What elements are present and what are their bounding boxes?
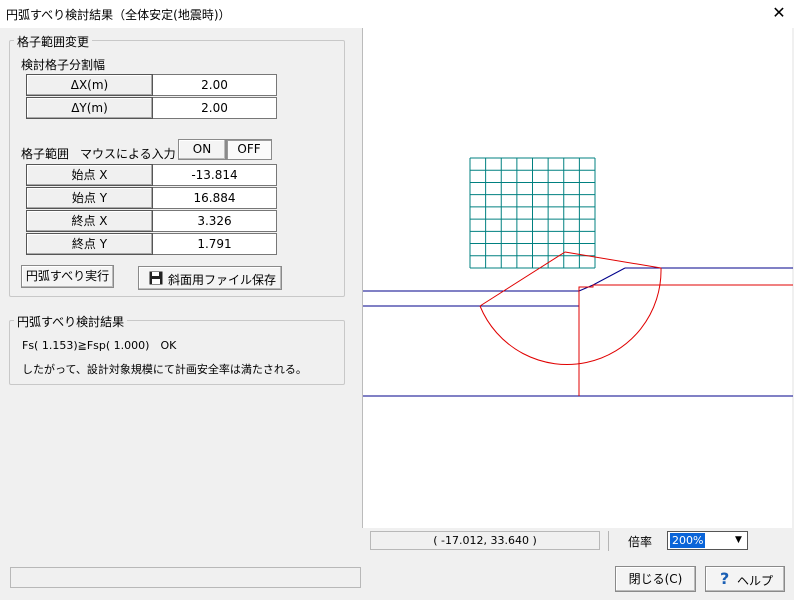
dy-row: ΔY(m) 2.00 <box>26 97 277 120</box>
mouse-input-label: マウスによる入力 <box>80 147 176 161</box>
help-button-label: ヘルプ <box>737 574 774 588</box>
close-icon[interactable]: ✕ <box>768 2 790 24</box>
end-x-field[interactable]: 3.326 <box>153 210 277 232</box>
mouse-input-off-button[interactable]: OFF <box>226 139 272 160</box>
grid-range-label: 格子範囲 <box>21 147 70 161</box>
save-slope-file-button[interactable]: 斜面用ファイル保存 <box>138 266 282 290</box>
dx-header: ΔX(m) <box>26 74 153 96</box>
division-table: ΔX(m) 2.00 ΔY(m) 2.00 <box>26 74 277 120</box>
start-y-row: 始点 Y 16.884 <box>26 187 277 210</box>
status-separator <box>608 531 609 551</box>
chevron-down-icon[interactable]: ▼ <box>731 533 746 548</box>
dy-value-field[interactable]: 2.00 <box>153 97 277 119</box>
start-x-field[interactable]: -13.814 <box>153 164 277 186</box>
dy-header: ΔY(m) <box>26 97 153 119</box>
end-y-header: 終点 Y <box>26 233 153 255</box>
start-y-field[interactable]: 16.884 <box>153 187 277 209</box>
slip-surface <box>479 251 793 396</box>
status-field <box>10 567 361 588</box>
help-button[interactable]: ? ヘルプ <box>705 566 785 592</box>
slope-drawing <box>363 157 793 397</box>
start-y-header: 始点 Y <box>26 187 153 209</box>
slip-circle-arc <box>479 267 662 365</box>
dx-row: ΔX(m) 2.00 <box>26 74 277 97</box>
start-x-row: 始点 X -13.814 <box>26 164 277 187</box>
result-conclusion-text: したがって、設計対象規模にて計画安全率は満たされる。 <box>22 363 307 376</box>
run-slip-circle-button[interactable]: 円弧すべり実行 <box>21 265 114 288</box>
ground-lines <box>363 267 793 397</box>
end-x-row: 終点 X 3.326 <box>26 210 277 233</box>
start-x-header: 始点 X <box>26 164 153 186</box>
slip-chord-left <box>479 251 566 307</box>
slope-toe-line <box>578 284 594 292</box>
mouse-input-on-button[interactable]: ON <box>178 139 226 160</box>
end-y-field[interactable]: 1.791 <box>153 233 277 255</box>
slope-drawing-canvas[interactable] <box>362 28 793 528</box>
division-width-label: 検討格子分割幅 <box>21 58 106 72</box>
floppy-disk-icon <box>149 271 163 285</box>
canvas-status-bar: ( -17.012, 33.640 ) 倍率 200% ▼ <box>362 528 792 554</box>
dx-value-field[interactable]: 2.00 <box>153 74 277 96</box>
wall-outline <box>578 284 793 396</box>
title-bar: 円弧すべり検討結果（全体安定(地震時)） ✕ <box>0 0 794 28</box>
question-icon: ? <box>720 569 730 588</box>
save-slope-file-label: 斜面用ファイル保存 <box>168 273 277 287</box>
zoom-value: 200% <box>670 533 706 548</box>
slope-face-line <box>592 267 626 286</box>
grid-range-table: 始点 X -13.814 始点 Y 16.884 終点 X 3.326 終点 Y… <box>26 164 277 256</box>
end-y-row: 終点 Y 1.791 <box>26 233 277 256</box>
safety-factor-text: Fs( 1.153)≧Fsp( 1.000) OK <box>22 339 177 352</box>
grid-range-group-label: 格子範囲変更 <box>14 33 93 50</box>
trial-center-grid <box>469 157 596 269</box>
zoom-select[interactable]: 200% ▼ <box>667 531 748 550</box>
coordinate-readout: ( -17.012, 33.640 ) <box>370 531 600 550</box>
close-button[interactable]: 閉じる(C) <box>615 566 696 592</box>
window-title: 円弧すべり検討結果（全体安定(地震時)） <box>6 8 231 22</box>
zoom-label: 倍率 <box>628 535 653 549</box>
result-group-label: 円弧すべり検討結果 <box>14 313 128 330</box>
end-x-header: 終点 X <box>26 210 153 232</box>
